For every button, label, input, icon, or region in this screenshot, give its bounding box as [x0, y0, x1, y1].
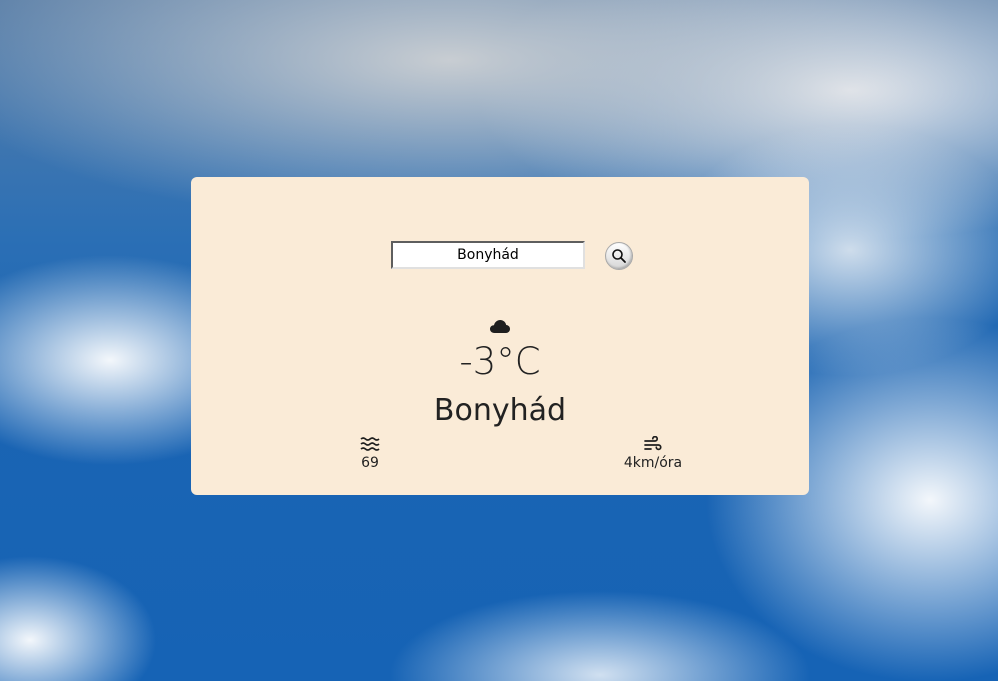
search-input[interactable]: [391, 241, 585, 269]
search-icon: [612, 249, 626, 263]
wind-value: 4km/óra: [623, 455, 683, 471]
weather-condition: [191, 318, 809, 336]
search-button[interactable]: [605, 242, 633, 270]
city-name: Bonyhád: [433, 393, 567, 428]
humidity-stat: 69: [320, 436, 420, 471]
wind-stat: 4km/óra: [603, 436, 703, 471]
water-waves-icon: [360, 437, 380, 451]
weather-card: -3°C Bonyhád 69 4km/óra: [191, 177, 809, 495]
temperature: -3°C: [459, 340, 541, 383]
cloud-icon: [490, 320, 510, 333]
wind-icon: [644, 436, 662, 451]
search-bar: [191, 241, 809, 271]
humidity-value: 69: [361, 455, 379, 471]
